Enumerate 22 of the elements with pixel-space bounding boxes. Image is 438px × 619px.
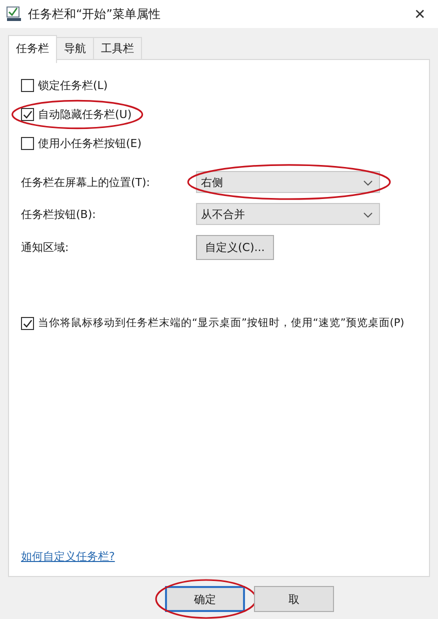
dropdown[interactable]: 右侧 [196,171,380,193]
dialog-button[interactable]: 取 [254,586,334,612]
checkbox-label: 自动隐藏任务栏(U) [38,107,132,122]
setting-label: 通知区域: [21,240,70,255]
checkbox[interactable] [21,137,34,150]
checkbox[interactable] [21,79,34,92]
taskbar-settings-icon [6,6,22,22]
dialog-button[interactable]: 确定 [165,586,245,612]
checkbox[interactable] [21,316,34,330]
setting-label: 任务栏按钮(B): [21,206,97,222]
tab[interactable]: 任务栏 [8,35,57,63]
tab[interactable]: 工具栏 [93,37,142,59]
checkbox[interactable] [21,108,34,121]
checkbox-label: 锁定任务栏(L) [38,78,108,93]
help-link[interactable]: 如何自定义任务栏? [21,549,115,564]
close-button[interactable]: ✕ [408,6,432,22]
customize-button[interactable]: 自定义(C)... [196,235,274,260]
checkbox-label: 使用小任务栏按钮(E) [38,136,142,151]
checkbox-label: 当你将鼠标移动到任务栏末端的“显示桌面”按钮时，使用“速览”预览桌面(P) [38,316,404,330]
window-title: 任务栏和“开始”菜单属性 [28,6,162,22]
setting-label: 任务栏在屏幕上的位置(T): [21,174,152,190]
dropdown[interactable]: 从不合并 [196,203,380,225]
